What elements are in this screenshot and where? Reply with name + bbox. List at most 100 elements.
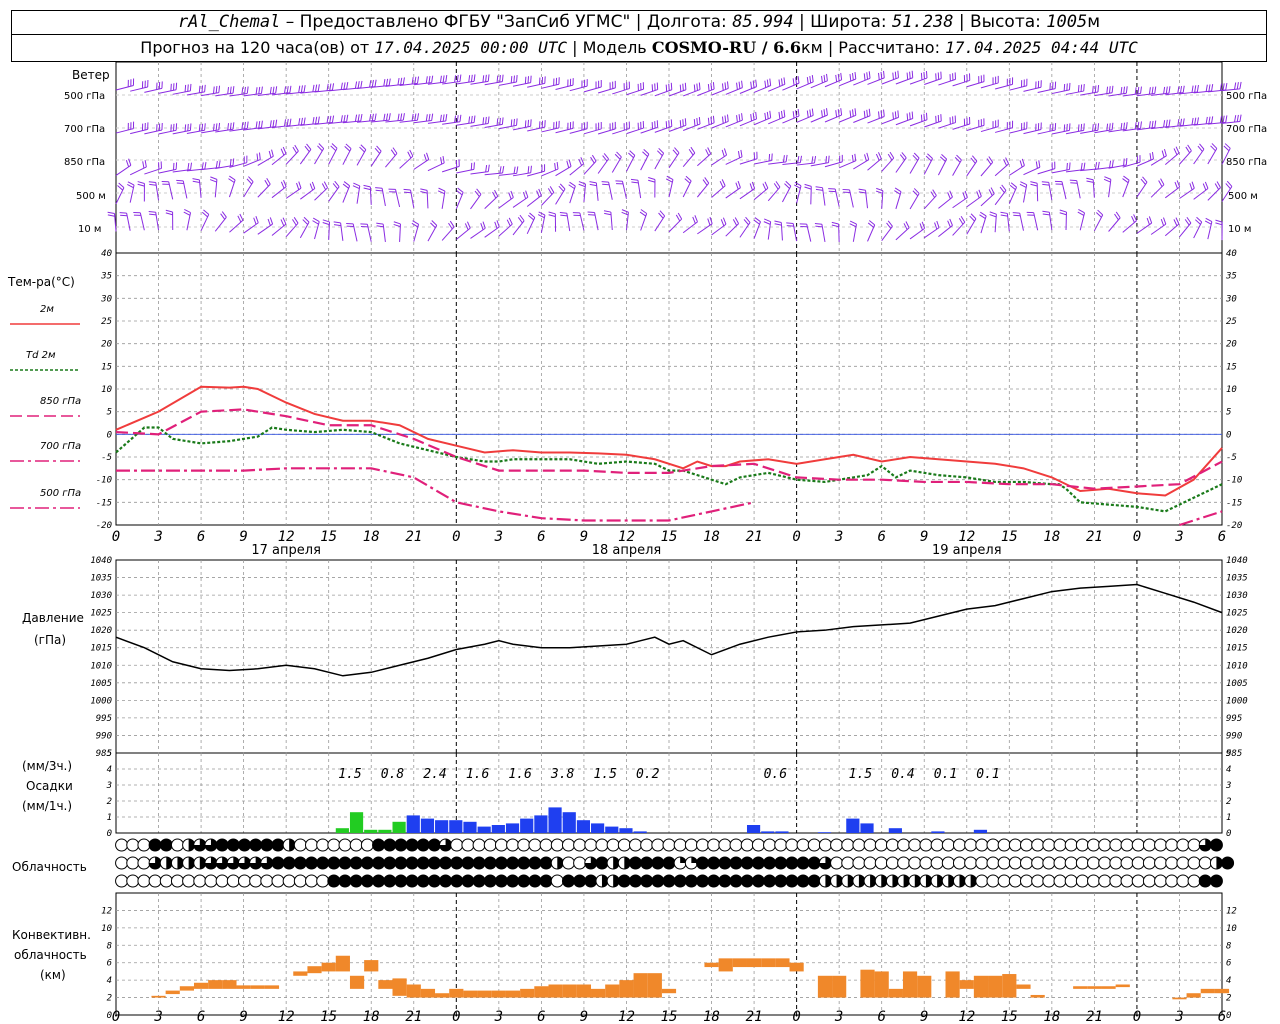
- wind-barb-feather: [1219, 115, 1223, 123]
- pressure-tick-right: 1015: [1226, 644, 1248, 654]
- wind-barb-feather: [797, 109, 800, 117]
- cloud-symbol: [1209, 874, 1223, 888]
- cloud-symbol: [237, 838, 251, 852]
- precip-bar: [435, 820, 449, 833]
- cloud-symbol: [193, 874, 207, 888]
- conv-tick-left: 8: [107, 941, 112, 951]
- cloud-fill: [249, 839, 262, 851]
- cloud-fill: [417, 839, 430, 851]
- cloud-symbol: [729, 856, 743, 870]
- wind-barb-feather: [357, 81, 360, 89]
- cloud-symbol: [651, 874, 665, 888]
- wind-barb-feather: [275, 119, 278, 127]
- cloud-circle: [964, 856, 978, 870]
- cloud-fill: [450, 857, 463, 869]
- day-label: 19 апреля: [932, 543, 1002, 558]
- cloud-circle: [941, 856, 955, 870]
- cloud-circle: [964, 838, 978, 852]
- cloud-circle: [729, 838, 743, 852]
- cloud-circle: [1176, 856, 1190, 870]
- cloud-symbol: [807, 874, 821, 888]
- wind-barb-feather: [431, 75, 434, 83]
- cloud-fill: [227, 839, 240, 851]
- x-tick-label: 12: [278, 1009, 295, 1024]
- temp-tick-left: 20: [101, 340, 112, 350]
- wind-barb-shaft: [271, 186, 287, 199]
- wind-barb-feather: [694, 215, 698, 223]
- wind-barb-feather: [949, 218, 953, 226]
- cloud-symbol: [1019, 838, 1033, 852]
- cloud-symbol: [126, 856, 140, 870]
- wind-barb-feather: [416, 113, 420, 121]
- x-tick-label: 3: [1174, 1009, 1183, 1024]
- cloud-symbol: [427, 856, 441, 870]
- wind-barb-feather: [878, 72, 880, 80]
- wind-barb-feather: [300, 117, 303, 125]
- wind-barb-feather: [734, 217, 740, 224]
- wind-barb-feather: [1205, 116, 1208, 124]
- cloud-symbol: [818, 856, 832, 870]
- x-tick-label: 0: [452, 1009, 460, 1024]
- wind-barb-feather: [312, 117, 315, 125]
- wind-barb-feather: [1094, 85, 1097, 93]
- cloud-symbol: [360, 874, 374, 888]
- wind-barb-feather: [360, 113, 363, 122]
- cloud-fill: [696, 875, 709, 887]
- x-tick-label: 6: [197, 529, 205, 545]
- wind-barb-feather: [988, 189, 993, 196]
- wind-barb-feather: [721, 179, 726, 186]
- cloud-symbol: [986, 874, 1000, 888]
- cloud-circle: [997, 838, 1011, 852]
- wind-barb-feather: [1225, 83, 1228, 91]
- wind-barb-feather: [232, 122, 235, 130]
- wind-barb-feather: [1191, 181, 1195, 189]
- cloud-fill: [595, 857, 608, 869]
- cloud-symbol: [763, 874, 777, 888]
- x-tick-label: 0: [792, 1009, 800, 1024]
- wind-barb-feather: [383, 79, 386, 87]
- wind-barb-feather: [771, 153, 773, 161]
- cloud-fill: [741, 857, 754, 869]
- wind-barb-feather: [184, 208, 191, 214]
- wind-barb-feather: [499, 166, 502, 174]
- wind-barb-feather: [363, 184, 371, 188]
- wind-barb-feather: [371, 113, 374, 121]
- precip-bar: [534, 815, 548, 833]
- cloud-circle: [1019, 874, 1033, 888]
- cloud-fill: [305, 857, 318, 869]
- wind-barb-feather: [439, 114, 442, 122]
- temp-tick-left: 15: [101, 362, 112, 372]
- wind-barb-feather: [289, 85, 292, 93]
- cloud-fill: [752, 857, 765, 869]
- wind-barb-feather: [343, 82, 346, 90]
- wind-barb-feather: [906, 72, 909, 80]
- wind-barb-feather: [374, 113, 377, 121]
- precip-bar: [576, 820, 591, 833]
- cloud-circle: [1142, 874, 1156, 888]
- wind-barb-feather: [300, 85, 303, 93]
- conv-tick-right: 0: [1226, 1011, 1231, 1021]
- conv-bar: [1115, 984, 1130, 988]
- precip-bar: [463, 821, 477, 833]
- wind-barb-feather: [280, 148, 285, 156]
- cloud-fill: [406, 839, 419, 851]
- wind-barb-feather: [286, 86, 289, 94]
- cloud-circle: [952, 856, 966, 870]
- temp-series-line: [116, 467, 755, 522]
- wind-barb-feather: [1086, 177, 1094, 181]
- wind-barb-feather: [165, 209, 173, 213]
- wind-level-500m-right: 500 м: [1228, 191, 1258, 202]
- wind-barb-shaft: [155, 212, 160, 231]
- wind-barb-feather: [298, 181, 302, 189]
- x-tick-label: 15: [1001, 1009, 1018, 1024]
- wind-barb-feather: [1179, 85, 1183, 94]
- cloud-circle: [450, 838, 464, 852]
- wind-barb-feather: [696, 118, 698, 126]
- cloud-circle: [908, 838, 922, 852]
- wind-barb-shaft: [640, 213, 648, 231]
- cloud-fill: [484, 857, 497, 869]
- wind-barb-feather: [187, 162, 190, 171]
- wind-barb-feather: [762, 183, 767, 191]
- cloud-circle: [1019, 838, 1033, 852]
- cloud-symbol: [115, 856, 129, 870]
